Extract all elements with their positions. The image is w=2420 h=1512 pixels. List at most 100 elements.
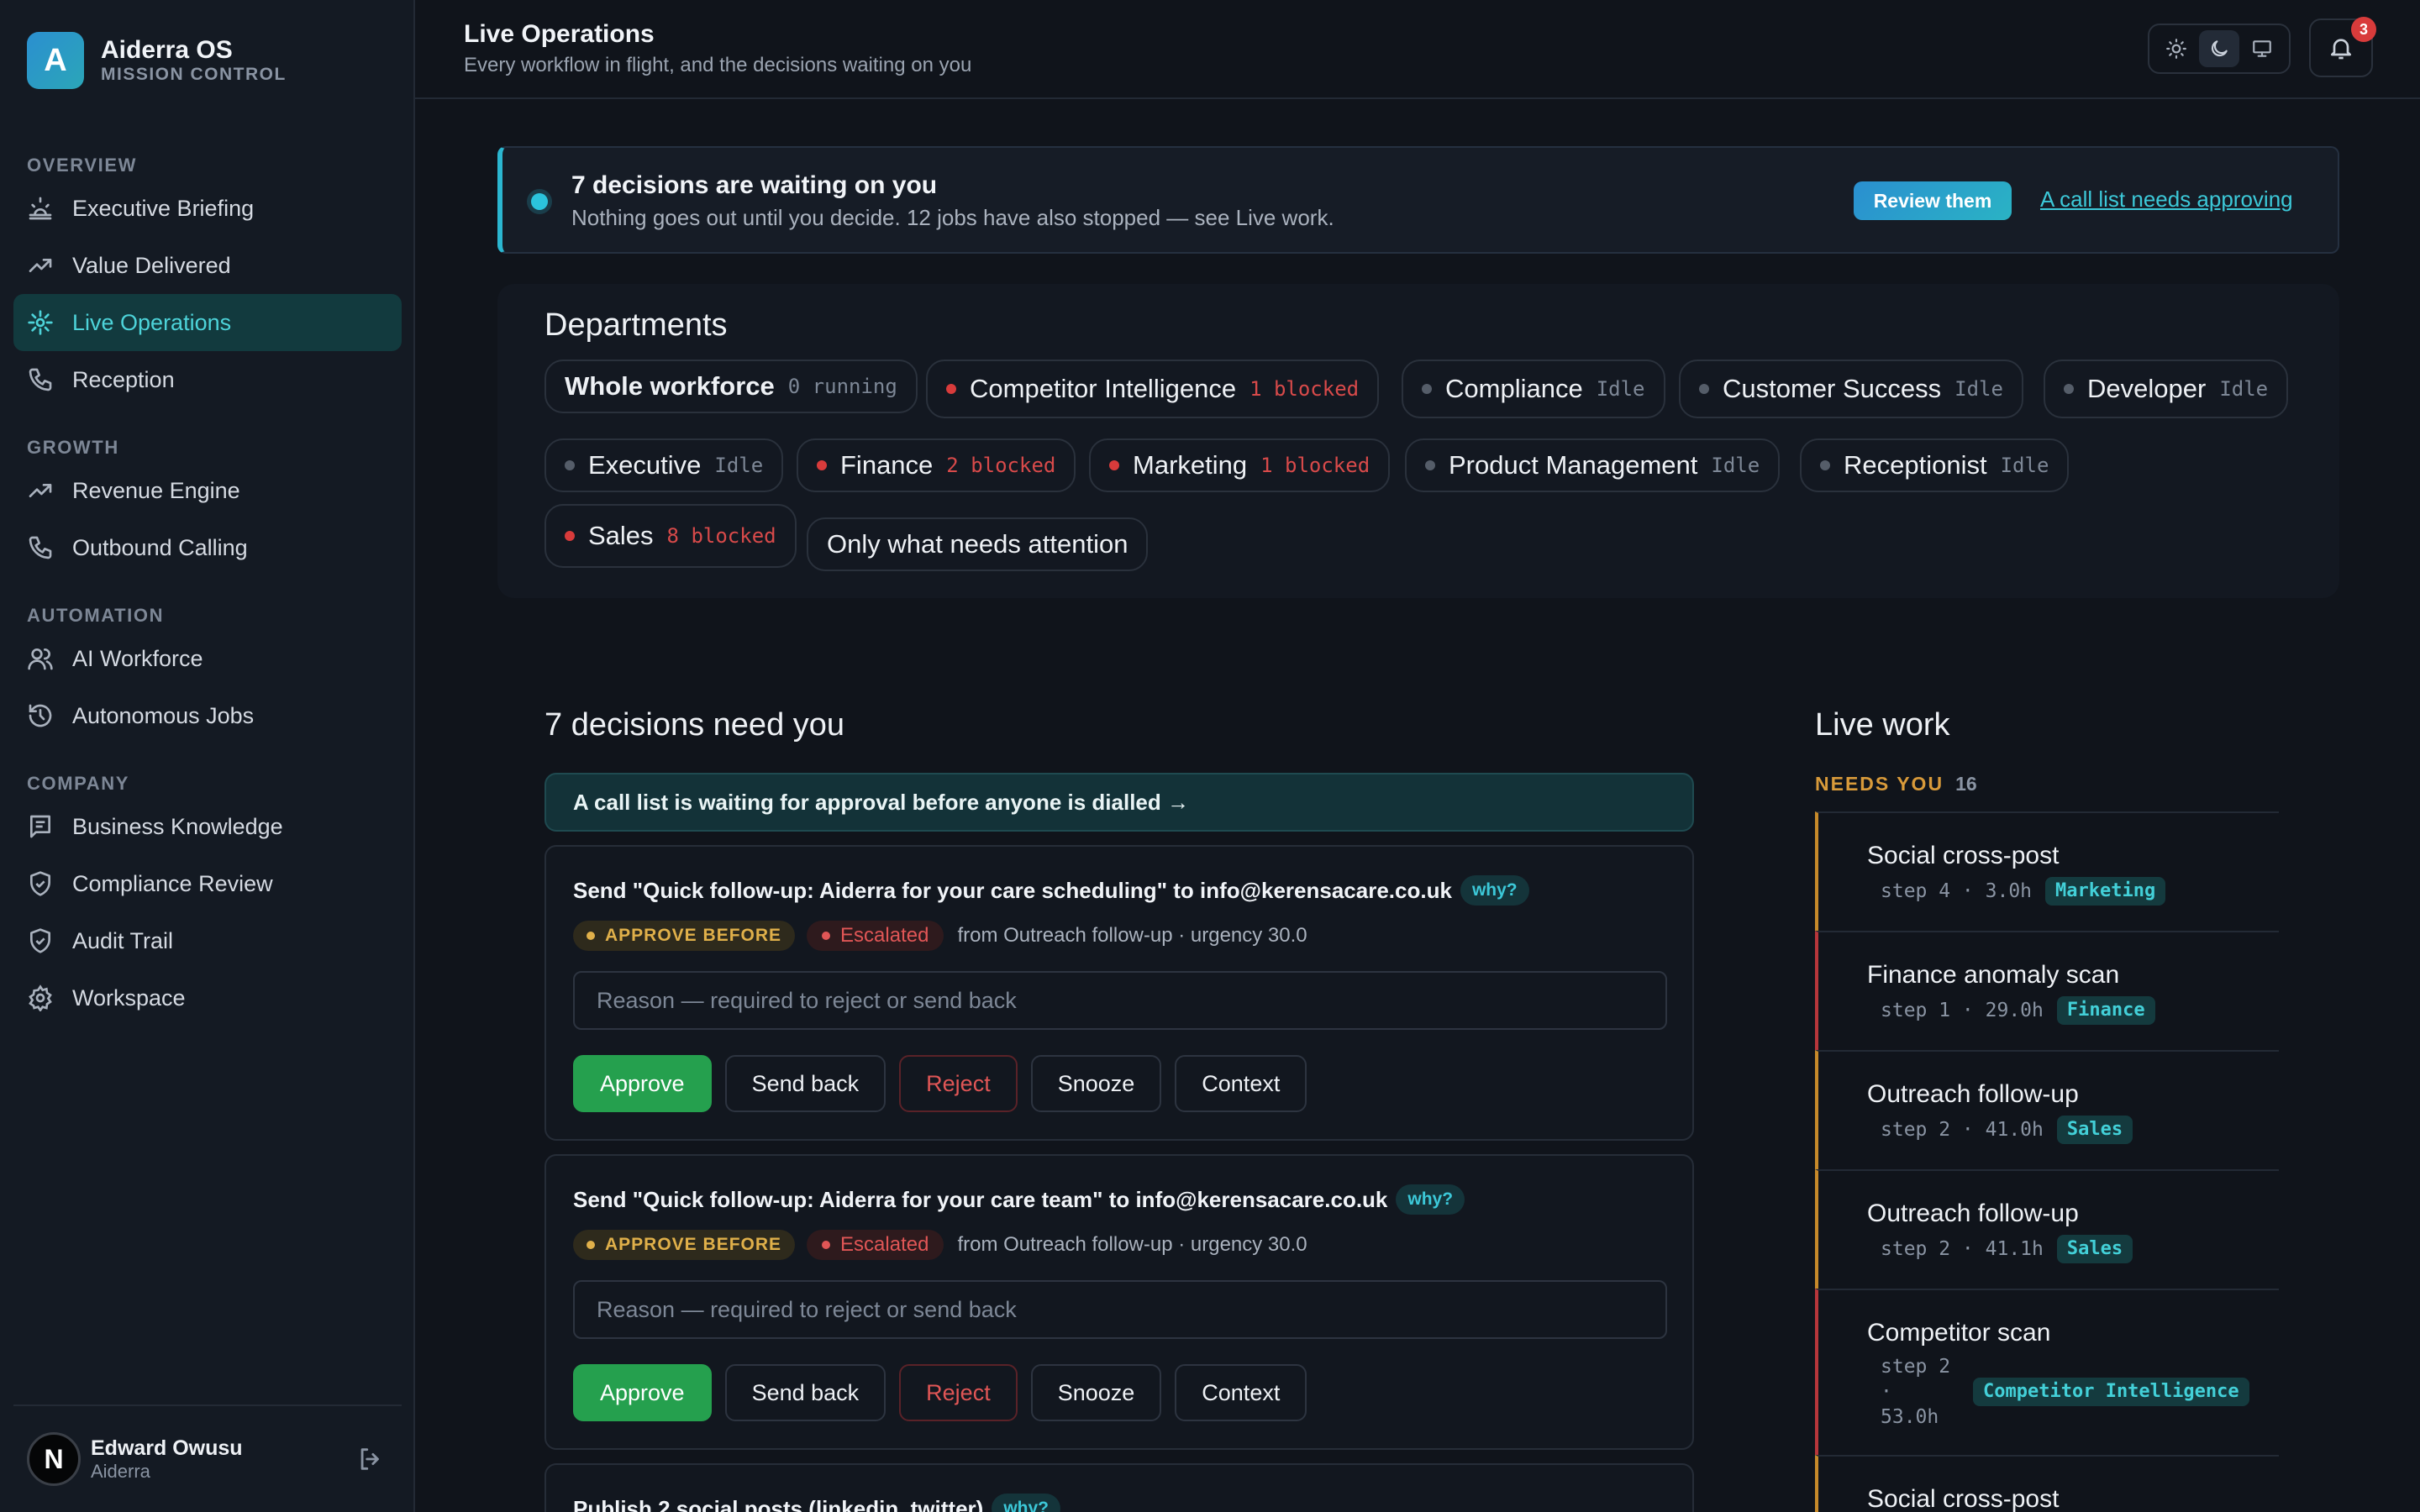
dept-chip-product-management[interactable]: Product Management Idle xyxy=(1405,438,1781,492)
shield-check-icon xyxy=(30,871,50,896)
decision-title-text: Publish 2 social posts (linkedin, twitte… xyxy=(573,1495,984,1512)
reason-input[interactable] xyxy=(573,1280,1667,1339)
chip-name: Only what needs attention xyxy=(827,529,1128,559)
dept-chip-receptionist[interactable]: Receptionist Idle xyxy=(1800,438,2070,492)
sidebar-item-ai-workforce[interactable]: AI Workforce xyxy=(13,630,402,687)
live-work-item[interactable]: Social cross-post step 4 · 3.0h Marketing xyxy=(1815,811,2279,931)
job-name: Competitor scan xyxy=(1867,1319,2051,1347)
review-them-button[interactable]: Review them xyxy=(1854,181,2012,220)
notification-badge: 3 xyxy=(2351,17,2376,42)
dept-chip-compliance[interactable]: Compliance Idle xyxy=(1402,360,1665,418)
dept-chip-executive[interactable]: Executive Idle xyxy=(544,438,784,492)
call-list-link[interactable]: A call list needs approving xyxy=(2040,186,2293,213)
user-profile[interactable]: N Edward Owusu Aiderra xyxy=(13,1404,402,1512)
decision-meta: APPROVE BEFORE Escalated from Outreach f… xyxy=(573,1230,1307,1260)
reason-input[interactable] xyxy=(573,971,1667,1030)
brand-logo: A xyxy=(27,32,84,89)
dept-chip-competitor-intelligence[interactable]: Competitor Intelligence 1 blocked xyxy=(926,360,1380,418)
decision-source: from Outreach follow-up · urgency 30.0 xyxy=(957,924,1307,947)
needs-you-count: 16 xyxy=(1955,773,1977,795)
dept-chip-marketing[interactable]: Marketing 1 blocked xyxy=(1089,438,1391,492)
nav-section-overview: OVERVIEW xyxy=(27,155,137,176)
sidebar-item-label: Executive Briefing xyxy=(72,195,255,221)
system-theme-button[interactable] xyxy=(2242,30,2282,67)
chip-status: Idle xyxy=(1596,377,1645,401)
live-work-item[interactable]: Outreach follow-up step 2 · 41.1h Sales xyxy=(1815,1169,2279,1289)
status-dot xyxy=(1699,384,1709,394)
needs-you-label: NEEDS YOU xyxy=(1815,773,1944,795)
sidebar-item-live-operations[interactable]: Live Operations xyxy=(13,294,402,351)
light-theme-button[interactable] xyxy=(2156,30,2196,67)
decision-actions: Approve Send back Reject Snooze Context xyxy=(573,1364,1320,1421)
phone-icon xyxy=(29,536,52,559)
status-dot xyxy=(565,460,575,470)
sidebar-item-reception[interactable]: Reception xyxy=(13,351,402,408)
escalated-badge: Escalated xyxy=(807,1230,944,1260)
sidebar-item-label: Value Delivered xyxy=(72,252,231,278)
job-step: step 4 · 3.0h xyxy=(1881,880,2033,902)
dept-chip-sales[interactable]: Sales 8 blocked xyxy=(544,504,797,568)
status-dot xyxy=(531,193,548,210)
dept-chip-whole-workforce[interactable]: Whole workforce 0 running xyxy=(544,360,918,413)
dept-chip-customer-success[interactable]: Customer Success Idle xyxy=(1679,360,2023,418)
live-work-item[interactable]: Outreach follow-up step 2 · 41.0h Sales xyxy=(1815,1050,2279,1169)
call-list-callout[interactable]: A call list is waiting for approval befo… xyxy=(544,773,1694,832)
chip-status: 8 blocked xyxy=(666,524,776,548)
live-work-item[interactable]: Finance anomaly scan step 1 · 29.0h Finan… xyxy=(1815,931,2279,1050)
snooze-button[interactable]: Snooze xyxy=(1030,1364,1162,1421)
dark-theme-button[interactable] xyxy=(2198,30,2239,67)
brand-name: Aiderra OS xyxy=(101,36,233,64)
sidebar-item-outbound-calling[interactable]: Outbound Calling xyxy=(13,519,402,576)
theme-toggle xyxy=(2148,24,2291,74)
context-button[interactable]: Context xyxy=(1175,1364,1307,1421)
snooze-button[interactable]: Snooze xyxy=(1030,1055,1162,1112)
sidebar-item-value-delivered[interactable]: Value Delivered xyxy=(13,237,402,294)
sidebar-item-autonomous-jobs[interactable]: Autonomous Jobs xyxy=(13,687,402,744)
departments-panel: Departments Whole workforce 0 running Co… xyxy=(497,284,2339,598)
chip-name: Developer xyxy=(2087,374,2207,403)
chip-name: Customer Success xyxy=(1723,374,1942,403)
decision-title: Publish 2 social posts (linkedin, twitte… xyxy=(573,1494,1060,1512)
status-dot xyxy=(822,1241,831,1249)
departments-title: Departments xyxy=(544,307,728,343)
why-button[interactable]: why? xyxy=(992,1494,1060,1512)
why-button[interactable]: why? xyxy=(1460,875,1529,906)
logout-icon[interactable] xyxy=(356,1445,385,1473)
sidebar-item-revenue-engine[interactable]: Revenue Engine xyxy=(13,462,402,519)
brand[interactable]: A Aiderra OS MISSION CONTROL xyxy=(27,32,287,89)
decision-source: from Outreach follow-up · urgency 30.0 xyxy=(957,1233,1307,1256)
sidebar-item-audit-trail[interactable]: Audit Trail xyxy=(13,912,402,969)
reject-button[interactable]: Reject xyxy=(899,1364,1018,1421)
context-button[interactable]: Context xyxy=(1175,1055,1307,1112)
live-work-item[interactable]: Social cross-post xyxy=(1815,1455,2279,1512)
needs-you-header: NEEDS YOU 16 xyxy=(1815,773,1977,795)
department-tag: Sales xyxy=(2056,1235,2133,1263)
live-work-item[interactable]: Competitor scan step 2 · 53.0h Competitor… xyxy=(1815,1289,2279,1455)
dept-chip-developer[interactable]: Developer Idle xyxy=(2044,360,2289,418)
sidebar-item-workspace[interactable]: Workspace xyxy=(13,969,402,1026)
send-back-button[interactable]: Send back xyxy=(724,1364,886,1421)
dept-chip-finance[interactable]: Finance 2 blocked xyxy=(797,438,1076,492)
sidebar-item-executive-briefing[interactable]: Executive Briefing xyxy=(13,180,402,237)
chip-name: Product Management xyxy=(1449,450,1698,480)
status-dot xyxy=(946,384,956,394)
notifications-button[interactable]: 3 xyxy=(2309,17,2376,77)
sidebar-item-label: Workspace xyxy=(72,984,186,1011)
status-dot xyxy=(1820,460,1830,470)
status-dot xyxy=(1425,460,1435,470)
sidebar: A Aiderra OS MISSION CONTROL OVERVIEW Ex… xyxy=(0,0,415,1512)
sidebar-item-business-knowledge[interactable]: Business Knowledge xyxy=(13,798,402,855)
chip-status: Idle xyxy=(2000,454,2049,477)
badge-label: Escalated xyxy=(840,924,929,947)
sidebar-item-compliance-review[interactable]: Compliance Review xyxy=(13,855,402,912)
approve-button[interactable]: Approve xyxy=(573,1055,712,1112)
sidebar-item-label: Business Knowledge xyxy=(72,813,283,839)
approve-button[interactable]: Approve xyxy=(573,1364,712,1421)
job-step: step 2 · 53.0h xyxy=(1881,1356,1951,1428)
attention-filter-toggle[interactable]: Only what needs attention xyxy=(807,517,1149,571)
reject-button[interactable]: Reject xyxy=(899,1055,1018,1112)
status-dot xyxy=(1109,460,1119,470)
send-back-button[interactable]: Send back xyxy=(724,1055,886,1112)
decision-actions: Approve Send back Reject Snooze Context xyxy=(573,1055,1320,1112)
why-button[interactable]: why? xyxy=(1396,1184,1465,1215)
